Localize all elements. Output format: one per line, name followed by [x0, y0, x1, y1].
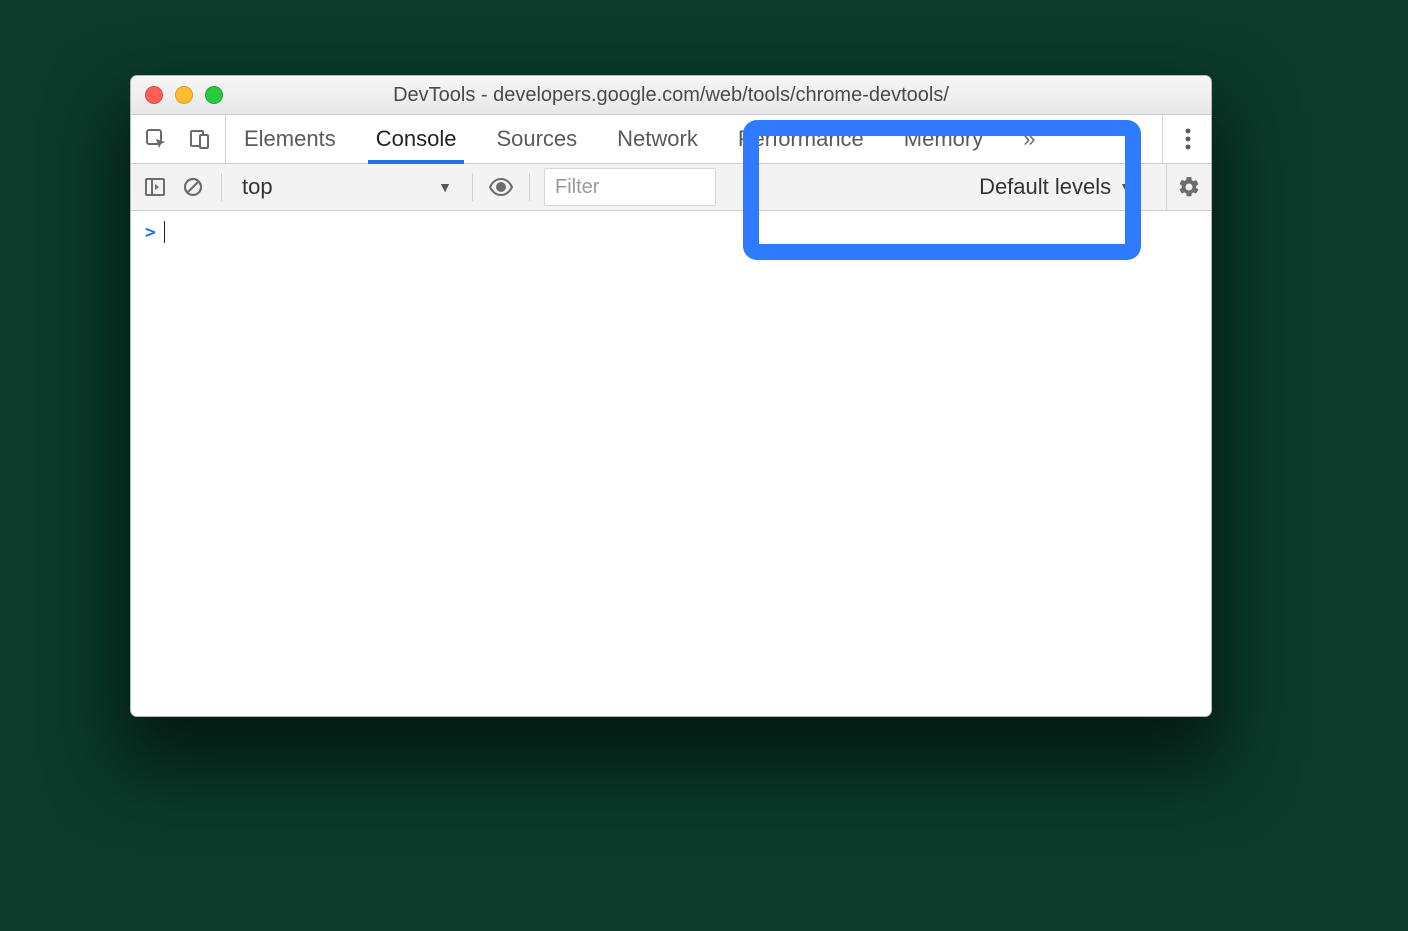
inspect-element-icon[interactable]: [139, 122, 173, 156]
tab-sources[interactable]: Sources: [490, 115, 583, 163]
tab-label: Console: [376, 126, 457, 152]
console-body[interactable]: >: [131, 211, 1211, 717]
live-expression-icon[interactable]: [487, 173, 515, 201]
console-settings-gear-icon[interactable]: [1175, 173, 1203, 201]
toggle-device-toolbar-icon[interactable]: [183, 122, 217, 156]
tabs: Elements Console Sources Network Perform…: [238, 115, 1042, 163]
divider: [472, 173, 473, 201]
tab-console[interactable]: Console: [370, 115, 463, 163]
tab-label: Elements: [244, 126, 336, 152]
tab-memory[interactable]: Memory: [898, 115, 989, 163]
tabs-overflow-button[interactable]: »: [1017, 115, 1041, 163]
clear-console-icon[interactable]: [179, 173, 207, 201]
dropdown-arrow-icon: ▼: [1119, 179, 1133, 195]
tab-performance[interactable]: Performance: [732, 115, 870, 163]
tab-label: Network: [617, 126, 698, 152]
tab-label: Sources: [496, 126, 577, 152]
tab-label: Memory: [904, 126, 983, 152]
prompt-caret-icon: >: [145, 222, 156, 243]
tab-elements[interactable]: Elements: [238, 115, 342, 163]
main-tabstrip: Elements Console Sources Network Perform…: [131, 115, 1211, 164]
tab-label: Performance: [738, 126, 864, 152]
filter-input[interactable]: [544, 168, 716, 206]
more-options-icon[interactable]: [1173, 124, 1203, 154]
console-prompt[interactable]: >: [145, 221, 1197, 243]
divider: [221, 173, 222, 201]
window-zoom-button[interactable]: [205, 86, 223, 104]
window-minimize-button[interactable]: [175, 86, 193, 104]
window-controls: [131, 86, 223, 104]
window-title: DevTools - developers.google.com/web/too…: [131, 84, 1211, 107]
titlebar: DevTools - developers.google.com/web/too…: [131, 76, 1211, 115]
log-levels-label: Default levels: [979, 174, 1111, 200]
execution-context-label: top: [242, 174, 273, 200]
dropdown-arrow-icon: ▼: [438, 179, 452, 195]
text-cursor: [164, 221, 165, 243]
console-toolbar: top ▼ Default levels ▼: [131, 164, 1211, 211]
toggle-console-sidebar-icon[interactable]: [141, 173, 169, 201]
log-levels-select[interactable]: Default levels ▼: [971, 174, 1141, 200]
tab-network[interactable]: Network: [611, 115, 704, 163]
window-close-button[interactable]: [145, 86, 163, 104]
divider: [529, 173, 530, 201]
devtools-window: DevTools - developers.google.com/web/too…: [130, 75, 1212, 717]
execution-context-select[interactable]: top ▼: [236, 174, 458, 200]
